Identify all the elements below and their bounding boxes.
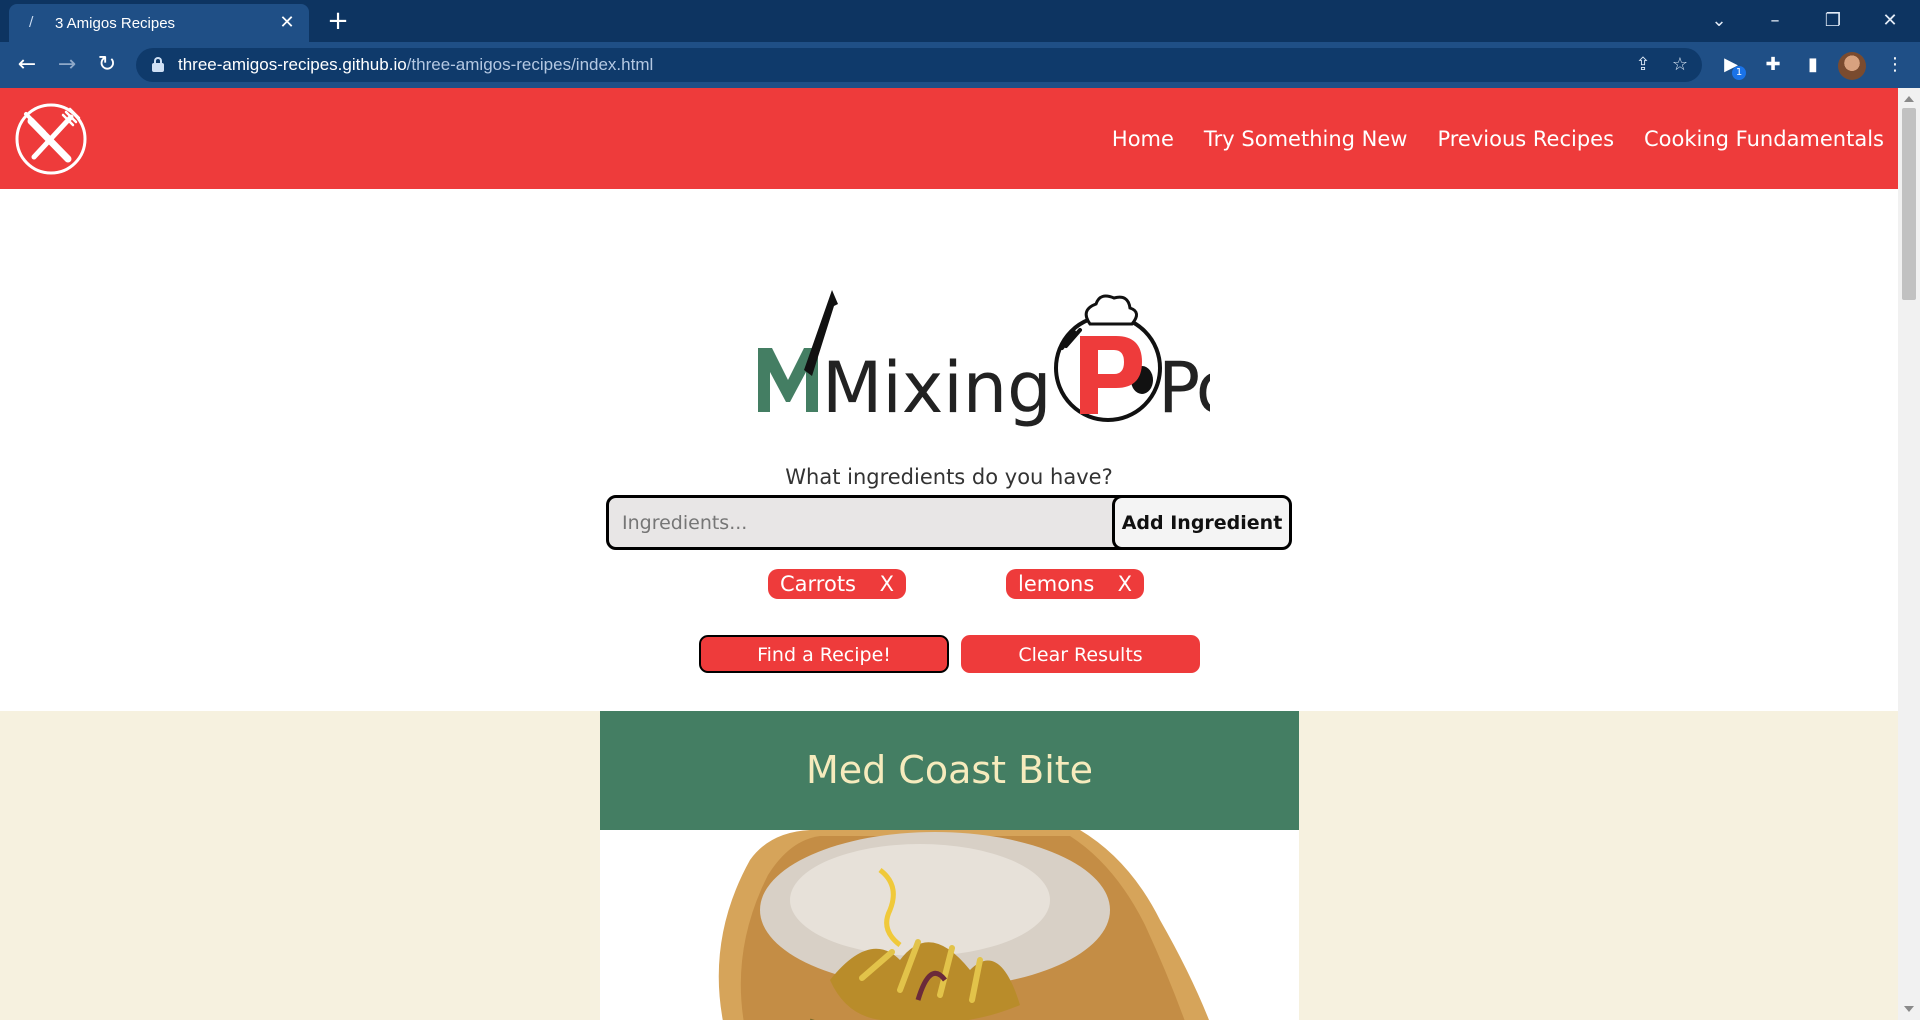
profile-avatar[interactable] xyxy=(1838,52,1866,80)
side-panel-icon[interactable]: ▮ xyxy=(1798,50,1828,80)
url-path: /three-amigos-recipes/index.html xyxy=(406,55,654,74)
ingredient-question: What ingredients do you have? xyxy=(785,465,1113,489)
chip-label: lemons xyxy=(1018,572,1095,596)
scroll-thumb[interactable] xyxy=(1902,108,1916,300)
close-tab-icon[interactable]: ✕ xyxy=(277,13,297,33)
nav-try-something-new[interactable]: Try Something New xyxy=(1204,127,1408,151)
extension-icon[interactable]: ▶ 1 xyxy=(1716,50,1746,80)
close-window-icon[interactable]: ✕ xyxy=(1870,6,1910,36)
clear-results-button[interactable]: Clear Results xyxy=(961,635,1200,673)
page-viewport: Home Try Something New Previous Recipes … xyxy=(0,88,1898,1020)
recipe-title: Med Coast Bite xyxy=(805,748,1094,792)
logo-text-mixing: Mixing xyxy=(822,347,1052,428)
browser-tab-strip: / 3 Amigos Recipes ✕ + ⌄ – ❐ ✕ xyxy=(0,0,1920,42)
scroll-down-icon[interactable] xyxy=(1904,1006,1914,1012)
recipe-card[interactable]: Med Coast Bite xyxy=(600,711,1299,1020)
minimize-icon[interactable]: – xyxy=(1755,6,1795,36)
tab-search-icon[interactable]: ⌄ xyxy=(1699,6,1739,36)
address-bar[interactable]: three-amigos-recipes.github.io/three-ami… xyxy=(136,48,1702,82)
puzzle-icon[interactable]: ✚ xyxy=(1758,50,1788,80)
bookmark-star-icon[interactable]: ☆ xyxy=(1667,52,1693,78)
scroll-up-icon[interactable] xyxy=(1904,96,1914,102)
share-icon[interactable]: ⇪ xyxy=(1630,52,1656,78)
site-header: Home Try Something New Previous Recipes … xyxy=(0,88,1898,189)
ingredient-chip-lemons: lemons X xyxy=(1006,569,1144,599)
url-text: three-amigos-recipes.github.io/three-ami… xyxy=(178,48,653,82)
favicon-icon: / xyxy=(29,15,34,30)
menu-kebab-icon[interactable]: ⋮ xyxy=(1880,50,1910,80)
forward-icon[interactable]: → xyxy=(52,50,82,80)
url-host: three-amigos-recipes.github.io xyxy=(178,55,407,74)
lock-icon xyxy=(152,57,164,72)
ingredient-search: Add Ingredient xyxy=(606,495,1292,550)
nav-home[interactable]: Home xyxy=(1112,127,1174,151)
find-recipe-button[interactable]: Find a Recipe! xyxy=(699,635,949,673)
back-icon[interactable]: ← xyxy=(12,50,42,80)
page-scrollbar[interactable] xyxy=(1898,88,1920,1020)
nav-cooking-fundamentals[interactable]: Cooking Fundamentals xyxy=(1644,127,1884,151)
recipe-image xyxy=(718,830,1209,1020)
reload-icon[interactable]: ↻ xyxy=(92,50,122,80)
chip-label: Carrots xyxy=(780,572,856,596)
browser-toolbar: ← → ↻ three-amigos-recipes.github.io/thr… xyxy=(0,42,1920,88)
add-ingredient-button[interactable]: Add Ingredient xyxy=(1112,498,1289,547)
tab-title: 3 Amigos Recipes xyxy=(55,14,176,32)
ingredient-input[interactable] xyxy=(609,498,1111,547)
main-nav: Home Try Something New Previous Recipes … xyxy=(1112,88,1884,189)
extension-badge: 1 xyxy=(1732,66,1746,80)
fork-knife-logo-icon[interactable] xyxy=(14,102,88,176)
new-tab-icon[interactable]: + xyxy=(324,8,352,36)
remove-chip-button[interactable]: X xyxy=(880,569,894,599)
nav-previous-recipes[interactable]: Previous Recipes xyxy=(1437,127,1614,151)
restore-icon[interactable]: ❐ xyxy=(1813,6,1853,36)
recipe-card-header: Med Coast Bite xyxy=(600,711,1299,830)
remove-chip-button[interactable]: X xyxy=(1118,569,1132,599)
mixing-pot-logo: Mixing Pot xyxy=(758,290,1210,428)
logo-text-pot: Pot xyxy=(1158,347,1210,428)
browser-tab[interactable]: / 3 Amigos Recipes ✕ xyxy=(9,4,309,42)
ingredient-chip-carrots: Carrots X xyxy=(768,569,906,599)
